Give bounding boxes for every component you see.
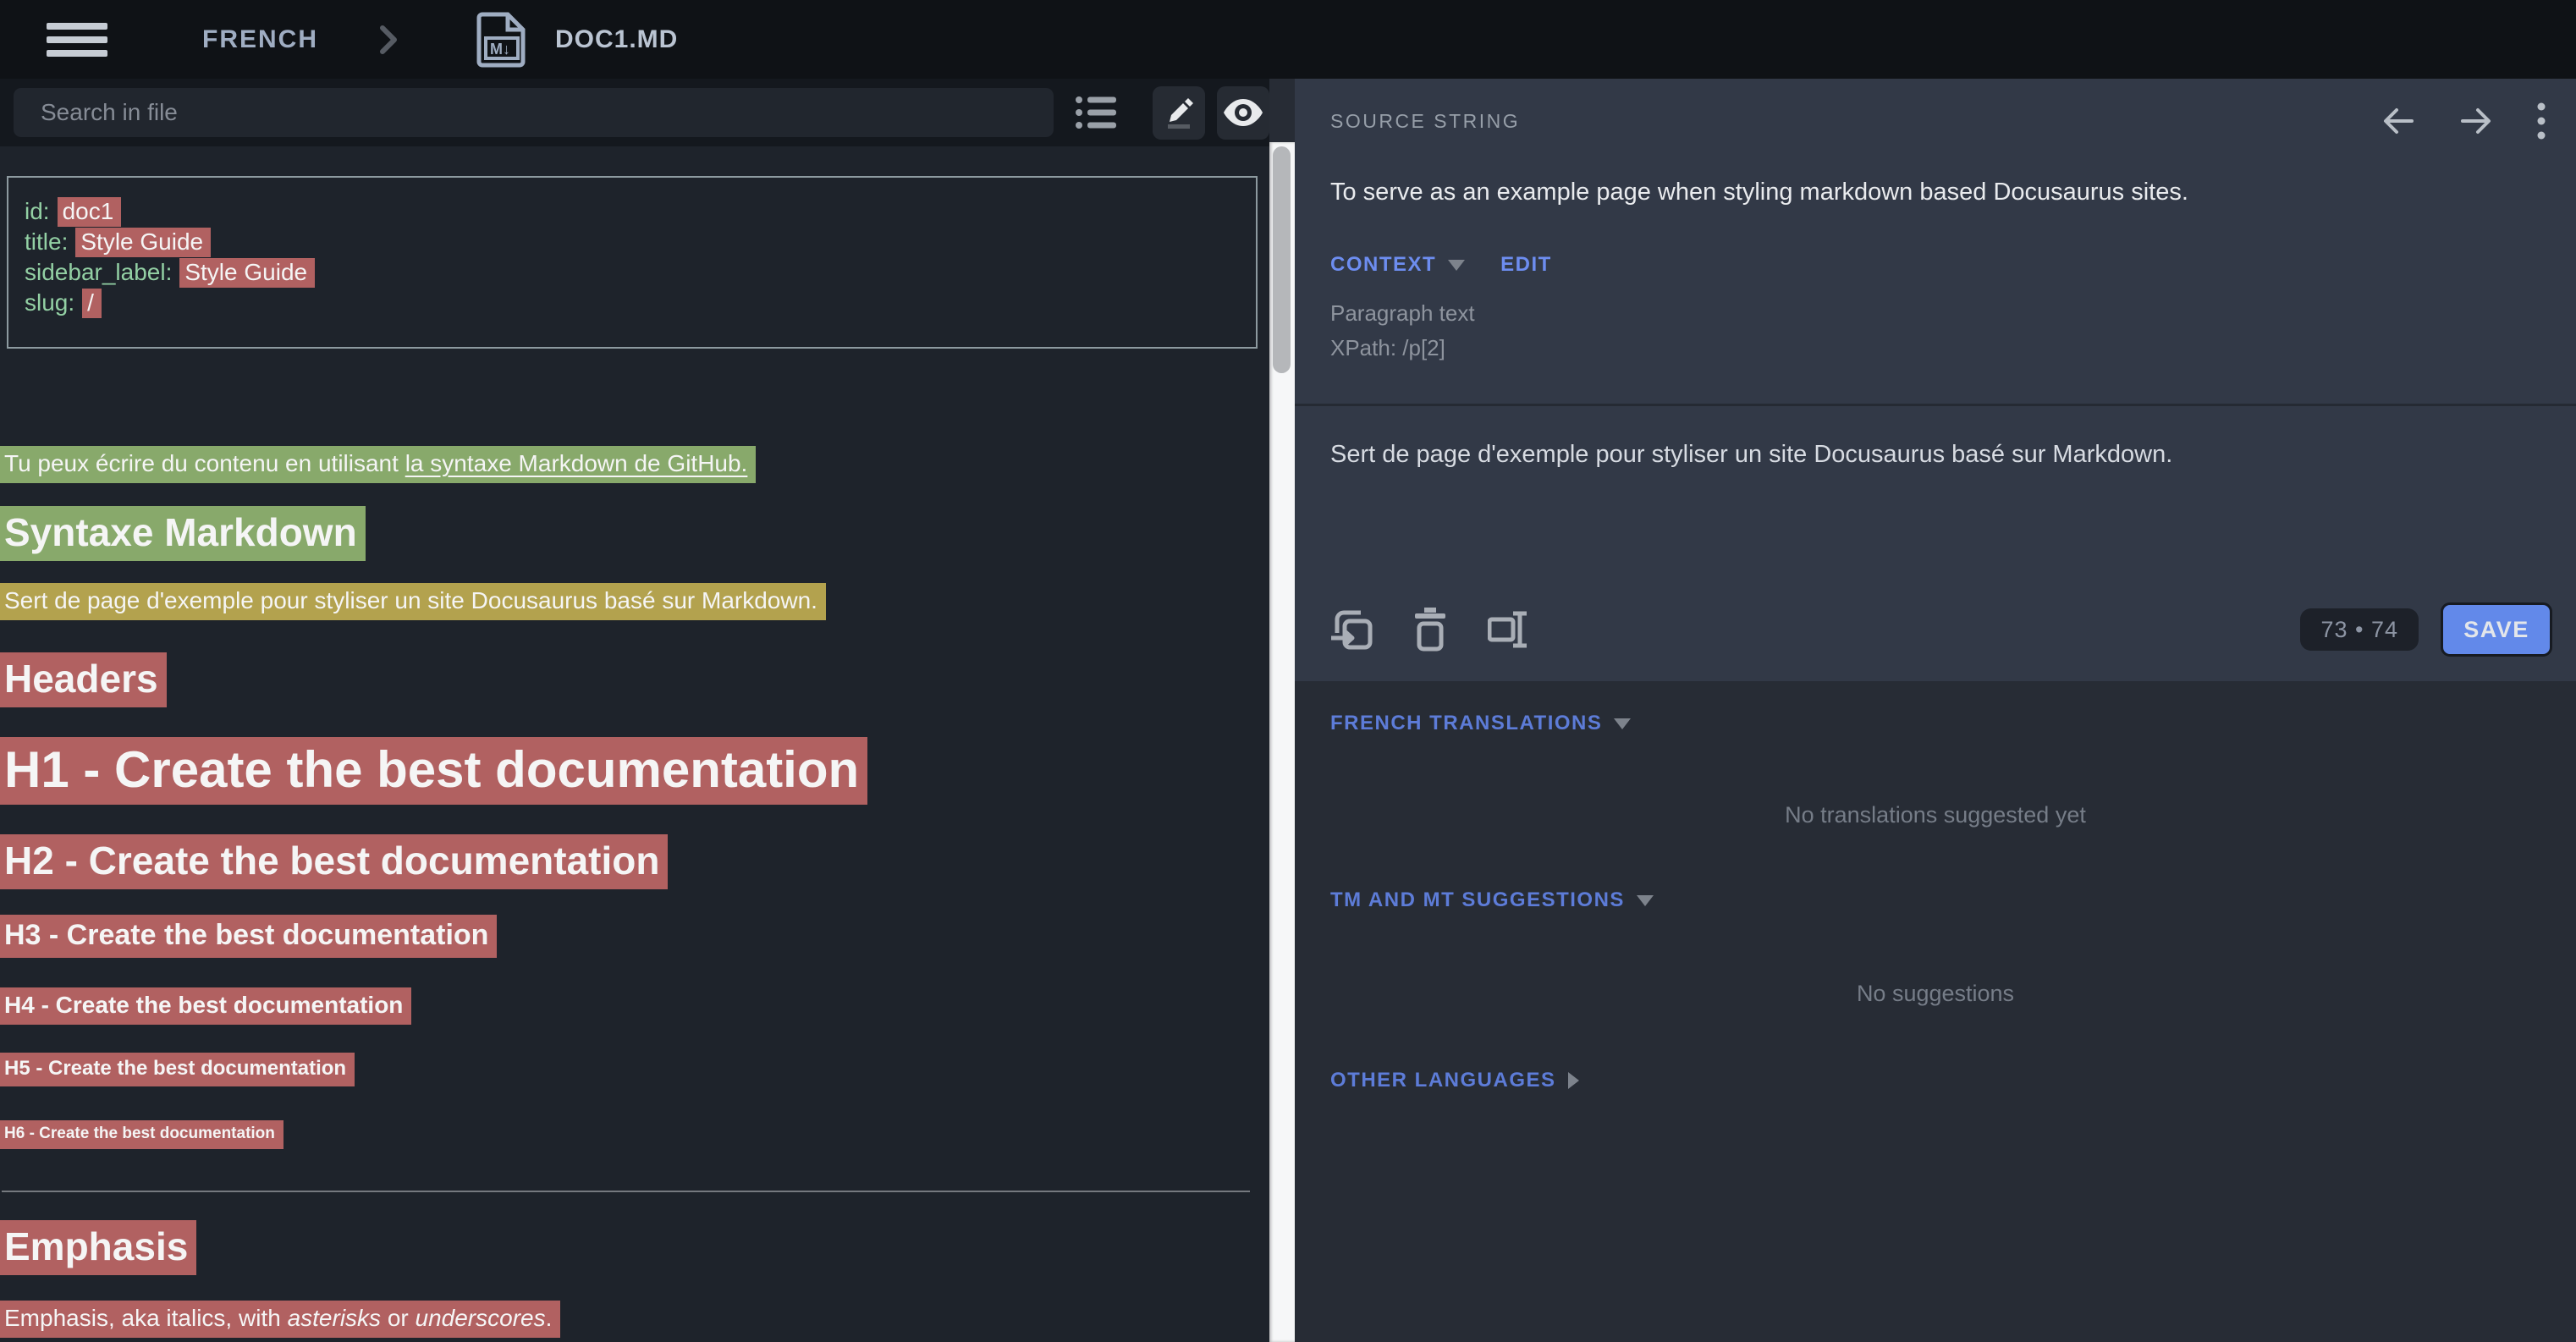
context-type: Paragraph text <box>1330 300 1475 327</box>
doc-heading-h2[interactable]: H2 - Create the best documentation <box>0 838 668 883</box>
char-counter: 73 • 74 <box>2300 608 2419 651</box>
frontmatter-key: sidebar_label: <box>25 259 172 285</box>
translation-toolbar: 73 • 74 SAVE <box>1330 602 2552 657</box>
em-text: or <box>381 1305 415 1331</box>
copy-source-icon[interactable] <box>1330 608 1373 652</box>
em-text: Emphasis, aka italics, with <box>4 1305 288 1331</box>
french-translations-label[interactable]: FRENCH TRANSLATIONS <box>1330 712 1602 735</box>
em-italic-1: asterisks <box>288 1305 381 1331</box>
em-italic-2: underscores <box>416 1305 546 1331</box>
delete-translation-icon[interactable] <box>1412 608 1449 652</box>
frontmatter-value[interactable]: doc1 <box>58 197 122 227</box>
frontmatter-line: title: Style Guide <box>25 227 1256 257</box>
tm-mt-suggestions-section[interactable]: TM AND MT SUGGESTIONS <box>1330 888 1654 912</box>
rename-string-icon[interactable] <box>1488 608 1530 651</box>
translation-panel: SOURCE STRING To serve as an example pag… <box>1295 79 2576 1342</box>
doc-string-emphasis[interactable]: Emphasis, aka italics, with asterisks or… <box>0 1305 560 1332</box>
source-string-card: SOURCE STRING To serve as an example pag… <box>1295 79 2576 681</box>
frontmatter-key: slug: <box>25 289 74 316</box>
next-string-icon[interactable] <box>2459 107 2493 135</box>
frontmatter-key: title: <box>25 228 68 255</box>
context-toggle[interactable]: CONTEXT <box>1330 253 1436 277</box>
source-string-text: To serve as an example page when styling… <box>1330 179 2188 206</box>
menu-icon[interactable] <box>47 23 107 57</box>
doc-heading-h5[interactable]: H5 - Create the best documentation <box>0 1057 355 1081</box>
triangle-down-icon[interactable] <box>1614 718 1631 729</box>
kebab-menu-icon[interactable] <box>2537 102 2546 140</box>
french-translations-section[interactable]: FRENCH TRANSLATIONS <box>1330 712 1631 735</box>
breadcrumb-project[interactable]: FRENCH <box>202 25 318 54</box>
frontmatter-line: slug: / <box>25 288 1256 318</box>
translation-text[interactable]: Sert de page d'exemple pour styliser un … <box>1330 441 2172 469</box>
intro-text: Tu peux écrire du contenu en utilisant <box>4 450 405 476</box>
chevron-right-icon <box>377 23 399 57</box>
doc-heading-headers[interactable]: Headers <box>0 656 167 701</box>
frontmatter-value[interactable]: Style Guide <box>75 228 211 257</box>
triangle-down-icon[interactable] <box>1637 895 1654 906</box>
frontmatter-line: id: doc1 <box>25 196 1256 227</box>
translations-empty-text: No translations suggested yet <box>1295 802 2576 828</box>
doc-heading-h3[interactable]: H3 - Create the best documentation <box>0 919 497 952</box>
doc-heading-h4[interactable]: H4 - Create the best documentation <box>0 992 411 1019</box>
frontmatter-value[interactable]: / <box>82 289 102 318</box>
search-input[interactable] <box>14 88 1054 137</box>
edit-mode-button[interactable] <box>1153 86 1205 140</box>
doc-heading-syntax[interactable]: Syntaxe Markdown <box>0 509 366 555</box>
previous-string-icon[interactable] <box>2381 107 2415 135</box>
document-scrollbar[interactable] <box>1269 142 1295 1342</box>
context-edit-button[interactable]: EDIT <box>1500 253 1552 277</box>
frontmatter-value[interactable]: Style Guide <box>179 258 315 288</box>
file-toolbar <box>0 79 1269 146</box>
doc-string-intro[interactable]: Tu peux écrire du contenu en utilisant l… <box>0 450 756 477</box>
preview-mode-button[interactable] <box>1217 86 1269 140</box>
suggestions-empty-text: No suggestions <box>1295 981 2576 1007</box>
frontmatter-block[interactable]: id: doc1 title: Style Guide sidebar_label:… <box>7 176 1258 349</box>
frontmatter-line: sidebar_label: Style Guide <box>25 257 1256 288</box>
tm-mt-suggestions-label[interactable]: TM AND MT SUGGESTIONS <box>1330 888 1625 912</box>
doc-string-current[interactable]: Sert de page d'exemple pour styliser un … <box>0 587 826 614</box>
document-content: id: doc1 title: Style Guide sidebar_label:… <box>0 146 1269 1342</box>
other-languages-label[interactable]: OTHER LANGUAGES <box>1330 1069 1556 1092</box>
source-string-label: SOURCE STRING <box>1330 110 1520 133</box>
doc-heading-h1[interactable]: H1 - Create the best documentation <box>0 740 867 799</box>
other-languages-section[interactable]: OTHER LANGUAGES <box>1330 1069 1579 1092</box>
top-bar: FRENCH M↓ DOC1.MD <box>0 0 2576 79</box>
save-button[interactable]: SAVE <box>2441 602 2552 657</box>
markdown-file-icon: M↓ <box>476 11 528 69</box>
triangle-right-icon[interactable] <box>1568 1072 1579 1089</box>
frontmatter-key: id: <box>25 198 50 224</box>
em-text: . <box>546 1305 553 1331</box>
intro-link[interactable]: la syntaxe Markdown de GitHub. <box>405 450 748 476</box>
context-xpath: XPath: /p[2] <box>1330 335 1445 361</box>
translation-input[interactable]: Sert de page d'exemple pour styliser un … <box>1295 406 2576 599</box>
triangle-down-icon[interactable] <box>1448 260 1465 271</box>
horizontal-rule <box>2 1191 1250 1192</box>
scrollbar-thumb[interactable] <box>1273 146 1291 373</box>
string-list-icon[interactable] <box>1076 92 1116 133</box>
doc-heading-emphasis[interactable]: Emphasis <box>0 1224 196 1269</box>
doc-heading-h6[interactable]: H6 - Create the best documentation <box>0 1125 283 1143</box>
breadcrumb-file: DOC1.MD <box>555 25 678 54</box>
svg-text:M↓: M↓ <box>490 41 510 58</box>
document-panel: id: doc1 title: Style Guide sidebar_label:… <box>0 79 1269 1342</box>
